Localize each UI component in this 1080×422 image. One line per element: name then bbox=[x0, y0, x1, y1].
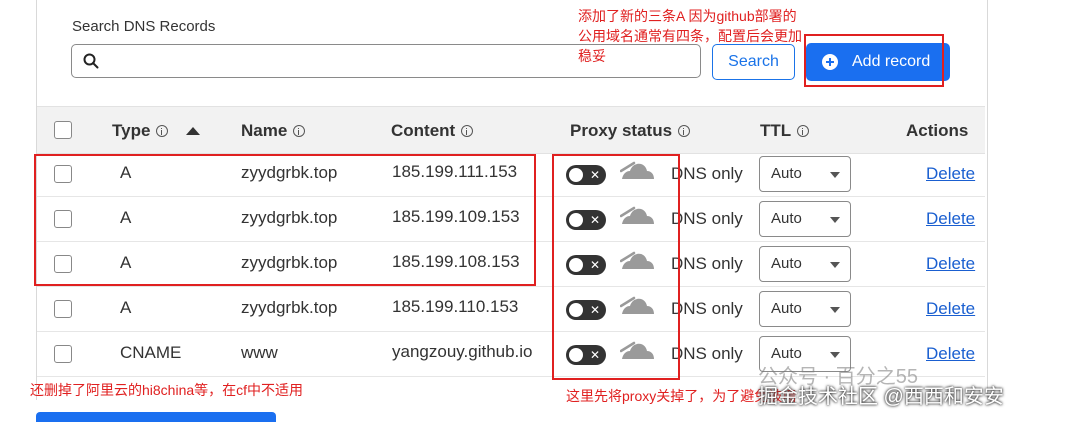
table-header: Type Name Content Proxy status TTL Actio… bbox=[37, 106, 985, 154]
delete-link[interactable]: Delete bbox=[926, 209, 975, 229]
ttl-value: Auto bbox=[771, 255, 802, 272]
info-icon bbox=[461, 125, 474, 137]
annotation-box-add-record bbox=[804, 34, 944, 87]
record-name: www bbox=[241, 343, 278, 362]
delete-link[interactable]: Delete bbox=[926, 164, 975, 184]
delete-link[interactable]: Delete bbox=[926, 254, 975, 274]
record-content: 185.199.110.153 bbox=[392, 297, 519, 316]
chevron-down-icon bbox=[830, 262, 840, 268]
ttl-select[interactable]: Auto bbox=[759, 246, 851, 282]
info-icon bbox=[156, 125, 169, 137]
ttl-select[interactable]: Auto bbox=[759, 156, 851, 192]
select-all-checkbox[interactable] bbox=[54, 121, 72, 139]
ttl-select[interactable]: Auto bbox=[759, 201, 851, 237]
column-header-actions: Actions bbox=[906, 121, 969, 140]
column-header-content[interactable]: Content bbox=[391, 121, 474, 141]
search-icon bbox=[83, 53, 99, 69]
record-name: zyydgrbk.top bbox=[241, 298, 338, 317]
info-icon bbox=[797, 125, 810, 137]
proxy-status-text: DNS only bbox=[671, 209, 743, 228]
record-type: CNAME bbox=[120, 343, 182, 362]
table-row: A zyydgrbk.top 185.199.110.153 ✕ DNS onl… bbox=[37, 286, 985, 332]
delete-link[interactable]: Delete bbox=[926, 299, 975, 319]
proxy-status-text: DNS only bbox=[671, 254, 743, 273]
sort-ascending-icon bbox=[186, 127, 201, 135]
chevron-down-icon bbox=[830, 307, 840, 313]
annotation-box-proxy bbox=[552, 154, 680, 380]
column-header-ttl[interactable]: TTL bbox=[760, 121, 810, 141]
search-label: Search DNS Records bbox=[72, 18, 216, 35]
annotation-top-right: 添加了新的三条A 因为github部署的 公用域名通常有四条，配置后会更加 稳妥 bbox=[578, 8, 802, 64]
row-checkbox[interactable] bbox=[54, 345, 72, 363]
info-icon bbox=[678, 125, 691, 137]
delete-link[interactable]: Delete bbox=[926, 344, 975, 364]
annotation-bottom-left: 还删掉了阿里云的hi8china等，在cf中不适用 bbox=[30, 382, 304, 398]
record-type: A bbox=[120, 298, 132, 317]
ttl-select[interactable]: Auto bbox=[759, 291, 851, 327]
bottom-action-button[interactable] bbox=[36, 412, 276, 422]
chevron-down-icon bbox=[830, 217, 840, 223]
chevron-down-icon bbox=[830, 172, 840, 178]
ttl-value: Auto bbox=[771, 165, 802, 182]
ttl-value: Auto bbox=[771, 300, 802, 317]
column-header-proxy-status[interactable]: Proxy status bbox=[570, 121, 691, 141]
info-icon bbox=[293, 125, 306, 137]
proxy-status-text: DNS only bbox=[671, 164, 743, 183]
community-watermark: 掘金技术社区 @西西和安安 bbox=[758, 386, 1004, 408]
annotation-box-new-records bbox=[34, 154, 536, 286]
column-header-type[interactable]: Type bbox=[112, 121, 201, 141]
record-content: yangzouy.github.io bbox=[392, 342, 533, 361]
row-checkbox[interactable] bbox=[54, 300, 72, 318]
ttl-value: Auto bbox=[771, 210, 802, 227]
column-header-name[interactable]: Name bbox=[241, 121, 306, 141]
chevron-down-icon bbox=[830, 352, 840, 358]
proxy-status-text: DNS only bbox=[671, 344, 743, 363]
proxy-status-text: DNS only bbox=[671, 299, 743, 318]
